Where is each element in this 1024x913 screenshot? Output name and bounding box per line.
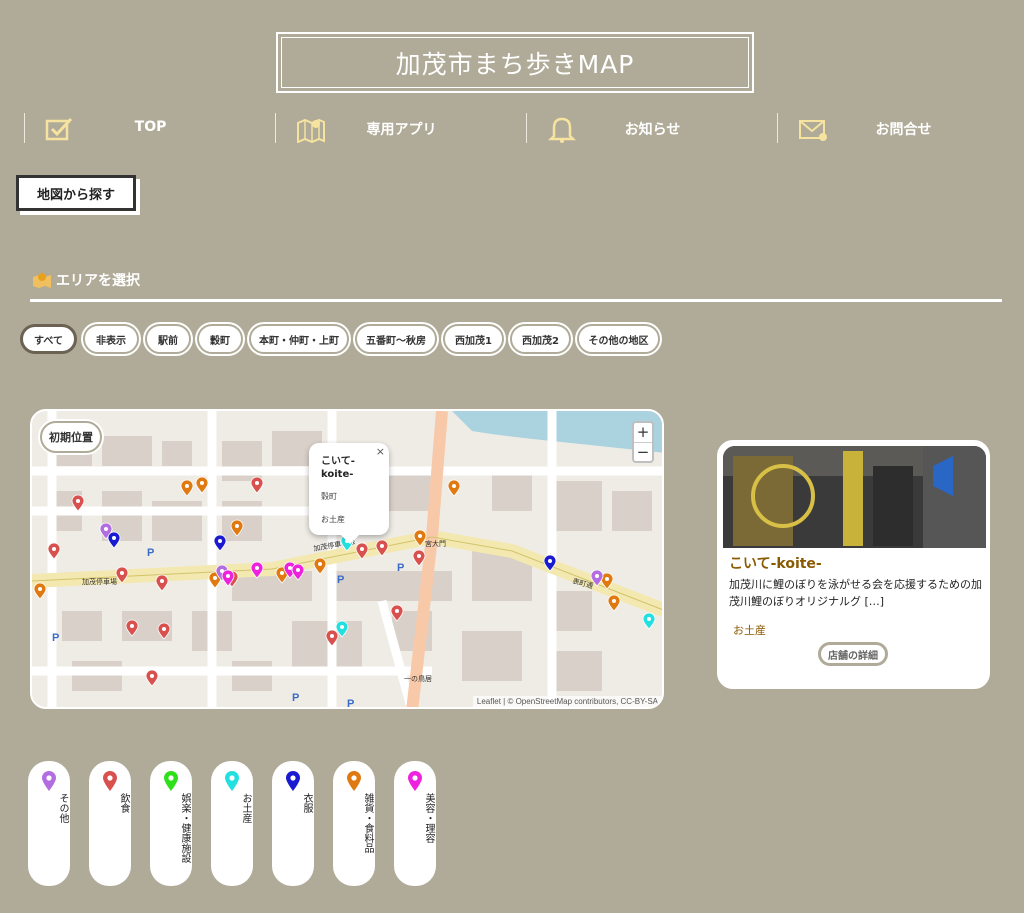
legend-leisure[interactable]: 娯楽・健康施設	[150, 761, 192, 886]
reset-view-button[interactable]: 初期位置	[40, 421, 102, 453]
street-label: 加茂停車場	[82, 577, 117, 586]
legend-label: 衣服	[301, 793, 312, 813]
map-popup: × こいて-koite- 穀町 お土産	[309, 443, 389, 544]
legend-label: 娯楽・健康施設	[179, 793, 190, 863]
shop-title: こいて-koite-	[729, 556, 822, 572]
map-pin-icon	[286, 771, 300, 791]
legend-label: 雑貨・食料品	[362, 793, 373, 853]
map-pin-icon	[42, 771, 56, 791]
search-by-map-button[interactable]: 地図から探す	[16, 175, 136, 211]
area-heading-label: エリアを選択	[56, 273, 140, 289]
nav-top-label: TOP	[134, 119, 167, 135]
map-pin-icon	[225, 771, 239, 791]
svg-text:P: P	[147, 547, 154, 559]
chip-nishikamo2[interactable]: 西加茂2	[510, 324, 571, 354]
nav-news-label: お知らせ	[624, 122, 681, 138]
chip-honcho[interactable]: 本町・仲町・上町	[249, 324, 349, 354]
map-view[interactable]: PPP PPP 加茂停車場線 加茂停車場 表町通 宮大門 一の鳥居 初期位置 +…	[30, 409, 664, 709]
area-heading: エリアを選択	[32, 270, 140, 290]
map-attribution: Leaflet | © OpenStreetMap contributors, …	[472, 696, 662, 707]
nav-contact[interactable]: お問合せ	[777, 113, 1024, 143]
svg-text:P: P	[292, 692, 299, 704]
chip-other-areas[interactable]: その他の地区	[577, 324, 660, 354]
popup-shop-name: こいて-koite-	[321, 456, 355, 480]
map-pin-icon	[347, 771, 361, 791]
shop-description: 加茂川に鯉のぼりを泳がせる会を応援するための加茂川鯉のぼりオリジナルグ […]	[729, 578, 982, 608]
nav-contact-label: お問合せ	[875, 122, 932, 138]
nav-app-label: 専用アプリ	[366, 122, 437, 138]
street-label: 一の鳥居	[404, 674, 432, 683]
zoom-control: + −	[632, 421, 654, 463]
site-title: 加茂市まち歩きMAP	[281, 37, 749, 88]
chip-gobancho[interactable]: 五番町〜秋房	[355, 324, 437, 354]
nav-news[interactable]: お知らせ	[526, 113, 778, 143]
legend-clothing[interactable]: 衣服	[272, 761, 314, 886]
svg-text:P: P	[397, 562, 404, 574]
legend-food[interactable]: 飲食	[89, 761, 131, 886]
shop-detail-button[interactable]: 店舗の詳細	[818, 642, 888, 666]
map-pin-icon	[103, 771, 117, 791]
shop-category: お土産	[733, 624, 766, 637]
legend-beauty[interactable]: 美容・理容	[394, 761, 436, 886]
legend-label: お土産	[240, 793, 251, 823]
nav-app[interactable]: 専用アプリ	[275, 113, 527, 143]
area-map-icon	[33, 273, 51, 288]
legend-label: 美容・理容	[423, 793, 434, 843]
shop-photo	[723, 446, 986, 548]
popup-close-button[interactable]: ×	[376, 445, 385, 458]
main-nav: TOP 専用アプリ お知らせ お問合せ	[24, 113, 1024, 143]
map-pin-icon	[408, 771, 422, 791]
chip-nishikamo1[interactable]: 西加茂1	[443, 324, 504, 354]
svg-text:P: P	[52, 632, 59, 644]
nav-top[interactable]: TOP	[24, 113, 276, 143]
legend-other[interactable]: その他	[28, 761, 70, 886]
legend-souvenir[interactable]: お土産	[211, 761, 253, 886]
chip-all[interactable]: すべて	[20, 324, 77, 354]
legend-label: その他	[57, 793, 68, 823]
svg-text:P: P	[347, 698, 354, 709]
zoom-out-button[interactable]: −	[634, 443, 652, 462]
popup-area: 穀町	[321, 492, 337, 501]
legend-goods[interactable]: 雑貨・食料品	[333, 761, 375, 886]
legend-label: 飲食	[118, 793, 129, 813]
zoom-in-button[interactable]: +	[634, 423, 652, 443]
site-title-frame: 加茂市まち歩きMAP	[276, 32, 754, 93]
map-pin-icon	[164, 771, 178, 791]
chip-hide[interactable]: 非表示	[83, 324, 139, 354]
popup-category: お土産	[321, 515, 345, 524]
area-divider	[30, 299, 1002, 302]
chip-kokumachi[interactable]: 穀町	[197, 324, 243, 354]
shop-card: こいて-koite- 加茂川に鯉のぼりを泳がせる会を応援するための加茂川鯉のぼり…	[717, 440, 990, 689]
street-label: 宮大門	[425, 539, 446, 548]
svg-text:P: P	[337, 574, 344, 586]
chip-station[interactable]: 駅前	[145, 324, 191, 354]
